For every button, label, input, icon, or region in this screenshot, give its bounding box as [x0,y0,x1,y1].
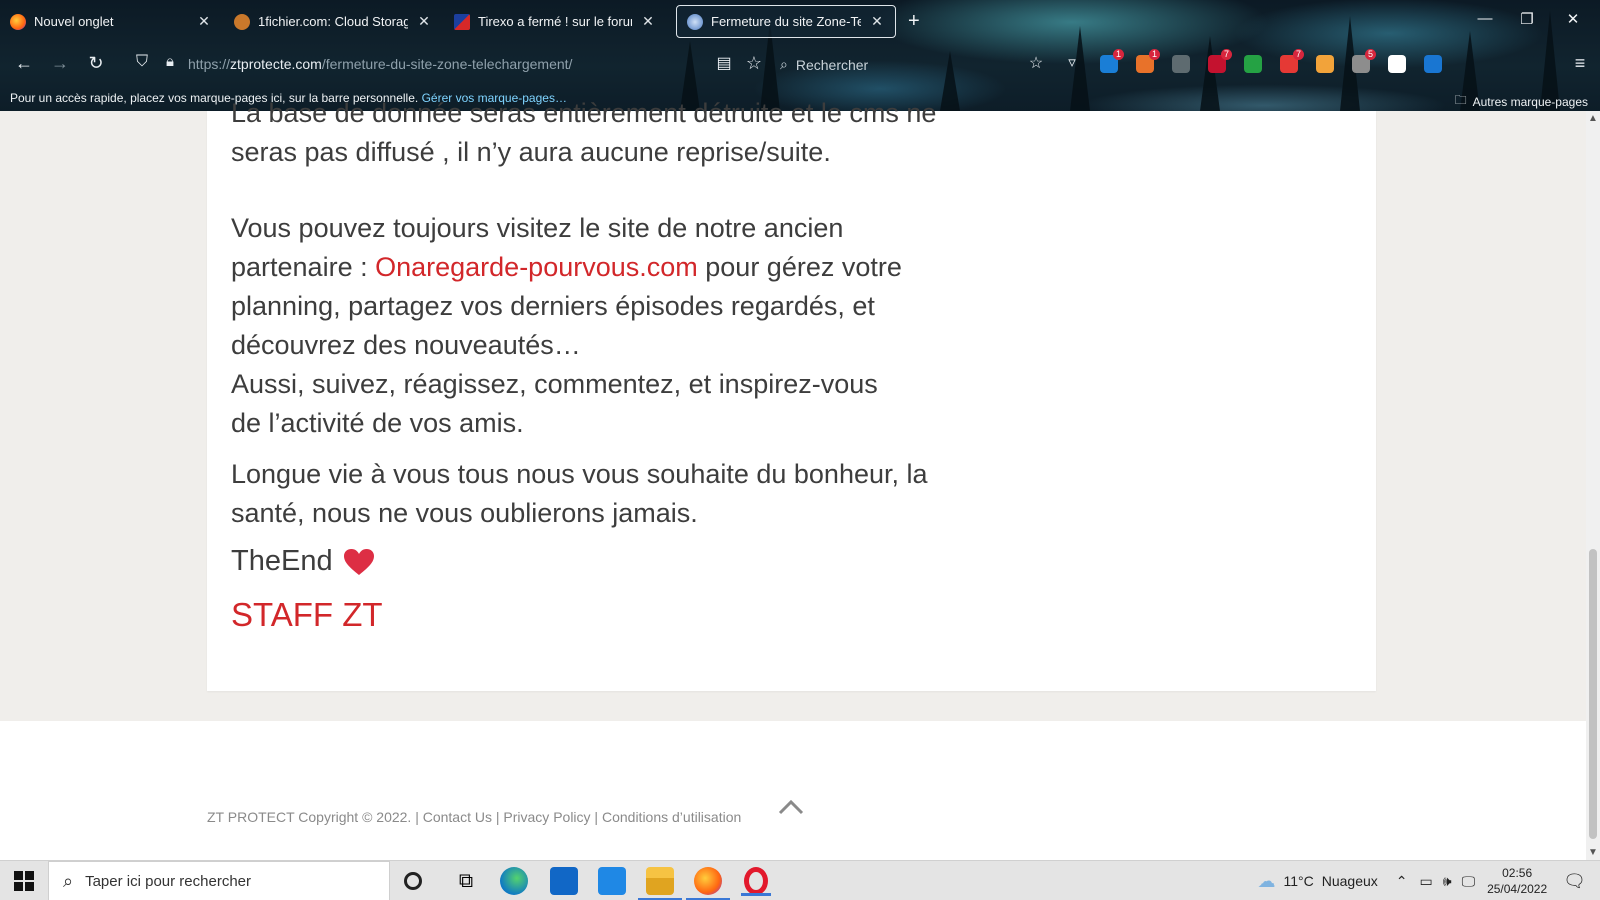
network-icon[interactable]: 🖵︎ [1462,873,1476,890]
opera-icon[interactable] [741,867,771,896]
firefox-taskbar-icon[interactable] [686,867,730,900]
navigation-bar: ← → ↻ ⛉ 🔒︎ https://ztprotecte.com/fermet… [0,44,1600,84]
scrollbar-thumb[interactable] [1589,549,1597,839]
scroll-up-icon[interactable]: ▲ [1586,113,1600,124]
reader-view-icon[interactable]: ▤ [712,53,736,73]
extension-badge: 1 [1112,49,1124,60]
minimize-icon[interactable]: — [1470,10,1500,27]
ext-10-icon[interactable] [1424,55,1442,73]
back-to-top-icon[interactable] [778,799,804,815]
ext-2-icon[interactable]: 1 [1136,49,1160,73]
ext-5-icon[interactable] [1244,55,1262,73]
task-view-icon[interactable]: ⧉ [452,867,480,895]
close-tab-icon[interactable]: ✕ [869,13,885,30]
windows-start-icon[interactable] [14,871,34,891]
address-bar[interactable]: https://ztprotecte.com/fermeture-du-site… [188,56,572,72]
1fichier-icon [234,13,250,30]
cloud-icon: ☁ [1257,870,1276,891]
ext-1-icon[interactable]: 1 [1100,49,1124,73]
partner-link[interactable]: Onaregarde-pourvous.com [375,252,698,282]
close-tab-icon[interactable]: ✕ [640,13,656,30]
new-tab-button[interactable]: + [908,10,920,33]
globe-icon [687,13,703,30]
file-explorer-icon[interactable] [638,867,682,900]
ext-6-icon[interactable]: 7 [1280,49,1304,73]
search-icon: ⌕ [63,870,74,891]
staff-signature: STAFF ZT [231,596,383,633]
heart-icon [343,548,374,575]
collections-icon[interactable]: ☆ [1024,53,1048,73]
other-bookmarks-button[interactable]: 🗀︎ Autres marque-pages [1455,91,1588,111]
terms-link[interactable]: Conditions d’utilisation [602,809,741,825]
firefox-icon [10,13,26,30]
ext-8-icon[interactable]: 5 [1352,49,1376,73]
article-paragraph-farewell: Longue vie à vous tous nous vous souhait… [231,459,928,528]
the-end-line: TheEnd [231,542,951,581]
volume-icon[interactable]: 🕪︎ [1443,873,1452,890]
article-paragraph-partner: Vous pouvez toujours visitez le site de … [231,213,902,438]
contact-link[interactable]: Contact Us [423,809,492,825]
menu-icon[interactable]: ≡ [1568,53,1592,74]
extension-badge: 5 [1364,49,1376,60]
reload-icon[interactable]: ↻ [84,53,108,74]
ext-9-icon[interactable] [1388,55,1406,73]
privacy-link[interactable]: Privacy Policy [503,809,590,825]
battery-icon[interactable]: ▭ [1420,873,1433,890]
ext-4-icon[interactable]: 7 [1208,49,1232,73]
article-card: La base de donnée seras entièrement détr… [207,98,1376,691]
article-paragraph-database: La base de donnée seras entièrement détr… [231,98,937,167]
lock-icon[interactable]: 🔒︎ [158,53,182,70]
tab-new-tab[interactable]: Nouvel onglet ✕ [0,5,222,38]
footer-text: ZT PROTECT Copyright © 2022. | Contact U… [207,809,742,825]
restore-icon[interactable]: ❐ [1512,10,1542,28]
extension-badge: 7 [1220,49,1232,60]
forum-icon [454,13,470,30]
edge-icon[interactable] [500,867,528,895]
taskbar-search-box[interactable]: ⌕ Taper ici pour rechercher [48,861,390,900]
tab-zone-telechargement[interactable]: Fermeture du site Zone-Telecha ✕ [676,5,896,38]
windows-taskbar: ⌕ Taper ici pour rechercher ⧉ ☁ 11°C Nua… [0,860,1600,900]
chevron-up-icon[interactable]: ⌃ [1396,873,1408,890]
page-footer: ZT PROTECT Copyright © 2022. | Contact U… [0,721,1586,860]
bookmark-star-icon[interactable]: ☆ [742,53,766,74]
system-tray: ☁ 11°C Nuageux ⌃ ▭ 🕪︎ 🖵︎ 02:56 25/04/202… [1257,861,1600,900]
mail-icon[interactable] [598,867,626,895]
forward-arrow-icon[interactable]: → [48,53,72,74]
scroll-down-icon[interactable]: ▼ [1586,847,1600,858]
search-box[interactable]: ⌕ Rechercher [780,56,868,73]
clock[interactable]: 02:56 25/04/2022 [1487,865,1547,897]
weather-widget[interactable]: ☁ 11°C Nuageux [1257,871,1377,892]
tab-tirexo-forum[interactable]: Tirexo a fermé ! sur le forum Bla ✕ [444,5,666,38]
close-tab-icon[interactable]: ✕ [416,13,432,30]
back-arrow-icon[interactable]: ← [12,53,36,74]
page-scrollbar[interactable]: ▲ ▼ [1586,111,1600,860]
store-icon[interactable] [550,867,578,895]
tab-strip: Nouvel onglet ✕ 1fichier.com: Cloud Stor… [0,0,1600,42]
extension-badge: 1 [1148,49,1160,60]
folder-icon: 🗀︎ [1454,93,1467,107]
ext-7-icon[interactable] [1316,55,1334,73]
search-icon: ⌕ [780,56,788,72]
close-window-icon[interactable]: ✕ [1558,10,1588,28]
tab-1fichier[interactable]: 1fichier.com: Cloud Storage ✕ [224,5,442,38]
cortana-icon[interactable] [404,872,422,890]
notifications-icon[interactable]: 🗨︎ [1563,871,1586,892]
shield-icon[interactable]: ⛉ [130,53,154,71]
ext-3-icon[interactable] [1172,55,1190,73]
close-tab-icon[interactable]: ✕ [196,13,212,30]
extension-badge: 7 [1292,49,1304,60]
pocket-icon[interactable]: ▿ [1060,53,1084,71]
